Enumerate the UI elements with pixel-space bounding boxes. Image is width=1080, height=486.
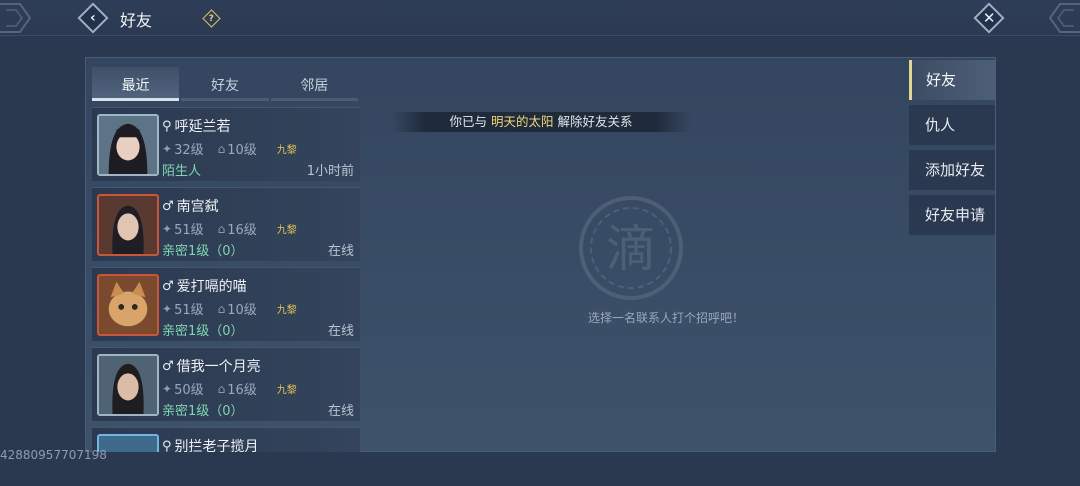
contact-name: 别拦老子揽月 [174, 439, 259, 452]
notice-player-name: 明天的太阳 [490, 114, 554, 129]
unfriend-notice: 你已与 明天的太阳 解除好友关系 [391, 112, 691, 132]
corner-ornament-left [0, 3, 32, 33]
home-level: 16级 [227, 223, 257, 238]
home-icon: ⌂ [217, 221, 226, 236]
home-icon: ⌂ [217, 141, 226, 156]
guild-badge: 九黎 [276, 145, 297, 156]
side-item-add-friend[interactable]: 添加好友 [909, 150, 995, 190]
notice-suffix: 解除好友关系 [553, 114, 633, 129]
home-icon: ⌂ [217, 381, 226, 396]
help-button[interactable]: ? [201, 8, 221, 28]
notice-prefix: 你已与 [449, 114, 491, 129]
back-arrow-icon: ‹ [90, 10, 96, 26]
relation-label: 亲密1级（0） [162, 404, 244, 419]
guild-badge: 九黎 [276, 225, 297, 236]
relation-label: 陌生人 [162, 164, 202, 179]
gender-icon: ♂ [162, 278, 174, 294]
side-item-enemies[interactable]: 仇人 [909, 105, 995, 145]
gender-icon: ♂ [162, 198, 174, 214]
tab-friends[interactable]: 好友 [181, 67, 269, 101]
avatar [97, 354, 159, 416]
empty-hint: 选择一名联系人打个招呼吧！ [587, 311, 744, 325]
contact-level: 32级 [174, 143, 204, 158]
guild-badge: 九黎 [276, 385, 297, 396]
home-level: 10级 [227, 143, 257, 158]
contact-card[interactable]: ♂ 南宫弑 ✦ 51级 ⌂ 16级 九黎 亲密1级（0） 在线 [92, 187, 360, 261]
contact-name: 呼延兰若 [174, 119, 231, 135]
page-title: 好友 [120, 11, 153, 30]
friends-panel: 最近 好友 邻居 ⚲ 呼延兰若 ✦ 32级 ⌂ 10级 九黎 陌生人 1小时前 ♂ 南宫… [85, 57, 996, 452]
relation-label: 亲密1级（0） [162, 244, 244, 259]
online-status: 在线 [327, 244, 354, 259]
contact-card[interactable]: ♂ 爱打嗝的喵 ✦ 51级 ⌂ 10级 九黎 亲密1级（0） 在线 [92, 267, 360, 341]
contact-name: 爱打嗝的喵 [176, 279, 247, 295]
close-button[interactable]: ✕ [973, 2, 1005, 34]
level-icon: ✦ [162, 141, 173, 156]
gender-icon: ♂ [162, 358, 174, 374]
side-item-friend-requests[interactable]: 好友申请 [909, 195, 995, 235]
question-icon: ? [208, 12, 214, 23]
tab-recent[interactable]: 最近 [92, 67, 180, 101]
back-button[interactable]: ‹ [77, 2, 109, 34]
tab-neighbors[interactable]: 邻居 [270, 67, 358, 101]
side-item-friends[interactable]: 好友 [909, 60, 995, 100]
home-level: 16级 [227, 383, 257, 398]
online-status: 在线 [327, 404, 354, 419]
level-icon: ✦ [162, 301, 173, 316]
side-menu: 好友 仇人 添加好友 好友申请 [909, 60, 995, 240]
corner-ornament-right [1048, 3, 1080, 33]
online-status: 在线 [327, 324, 354, 339]
contact-level: 50级 [174, 383, 204, 398]
home-level: 10级 [227, 303, 257, 318]
contact-card[interactable]: ⚲ 呼延兰若 ✦ 32级 ⌂ 10级 九黎 陌生人 1小时前 [92, 107, 360, 181]
top-bar: ‹ 好友 ? ✕ [0, 0, 1080, 36]
avatar [97, 194, 159, 256]
home-icon: ⌂ [217, 301, 226, 316]
level-icon: ✦ [162, 221, 173, 236]
avatar [97, 274, 159, 336]
emblem-character: 滴 [606, 220, 656, 278]
gender-icon: ⚲ [162, 118, 172, 134]
level-icon: ✦ [162, 381, 173, 396]
game-emblem-icon: 滴 [579, 196, 683, 300]
relation-label: 亲密1级（0） [162, 324, 244, 339]
contact-level: 51级 [174, 303, 204, 318]
contact-level: 51级 [174, 223, 204, 238]
gender-icon: ⚲ [162, 438, 172, 453]
contact-list[interactable]: ⚲ 呼延兰若 ✦ 32级 ⌂ 10级 九黎 陌生人 1小时前 ♂ 南宫弑 ✦ 51级 ⌂ 1… [92, 107, 362, 452]
contact-card[interactable]: ⚲ 别拦老子揽月 [92, 427, 360, 452]
close-icon: ✕ [982, 8, 996, 27]
online-status: 1小时前 [306, 164, 354, 179]
watermark-id: 42880957707198 [0, 448, 107, 462]
contact-card[interactable]: ♂ 借我一个月亮 ✦ 50级 ⌂ 16级 九黎 亲密1级（0） 在线 [92, 347, 360, 421]
contact-name: 借我一个月亮 [176, 359, 261, 375]
list-tabs: 最近 好友 邻居 [92, 67, 360, 101]
contact-name: 南宫弑 [176, 199, 219, 215]
guild-badge: 九黎 [276, 305, 297, 316]
avatar [97, 114, 159, 176]
